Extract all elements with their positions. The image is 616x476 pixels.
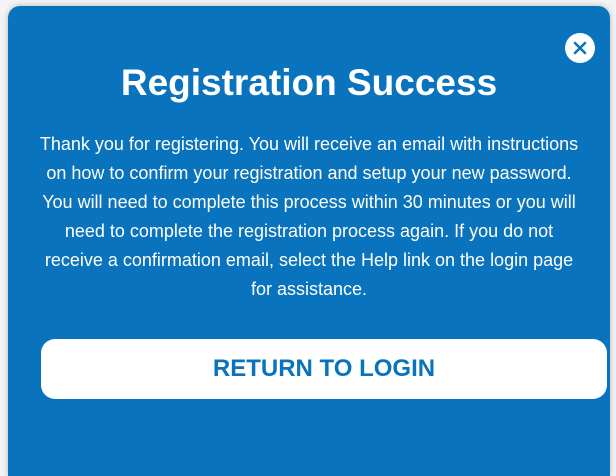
close-icon [573, 41, 587, 55]
dialog-title: Registration Success [120, 62, 498, 103]
registration-success-dialog: Registration Success Thank you for regis… [8, 6, 610, 476]
dialog-message: Thank you for registering. You will rece… [39, 134, 579, 299]
return-to-login-label: RETURN TO LOGIN [212, 355, 436, 382]
return-to-login-button[interactable]: RETURN TO LOGIN [41, 339, 607, 399]
close-button[interactable] [565, 33, 595, 63]
